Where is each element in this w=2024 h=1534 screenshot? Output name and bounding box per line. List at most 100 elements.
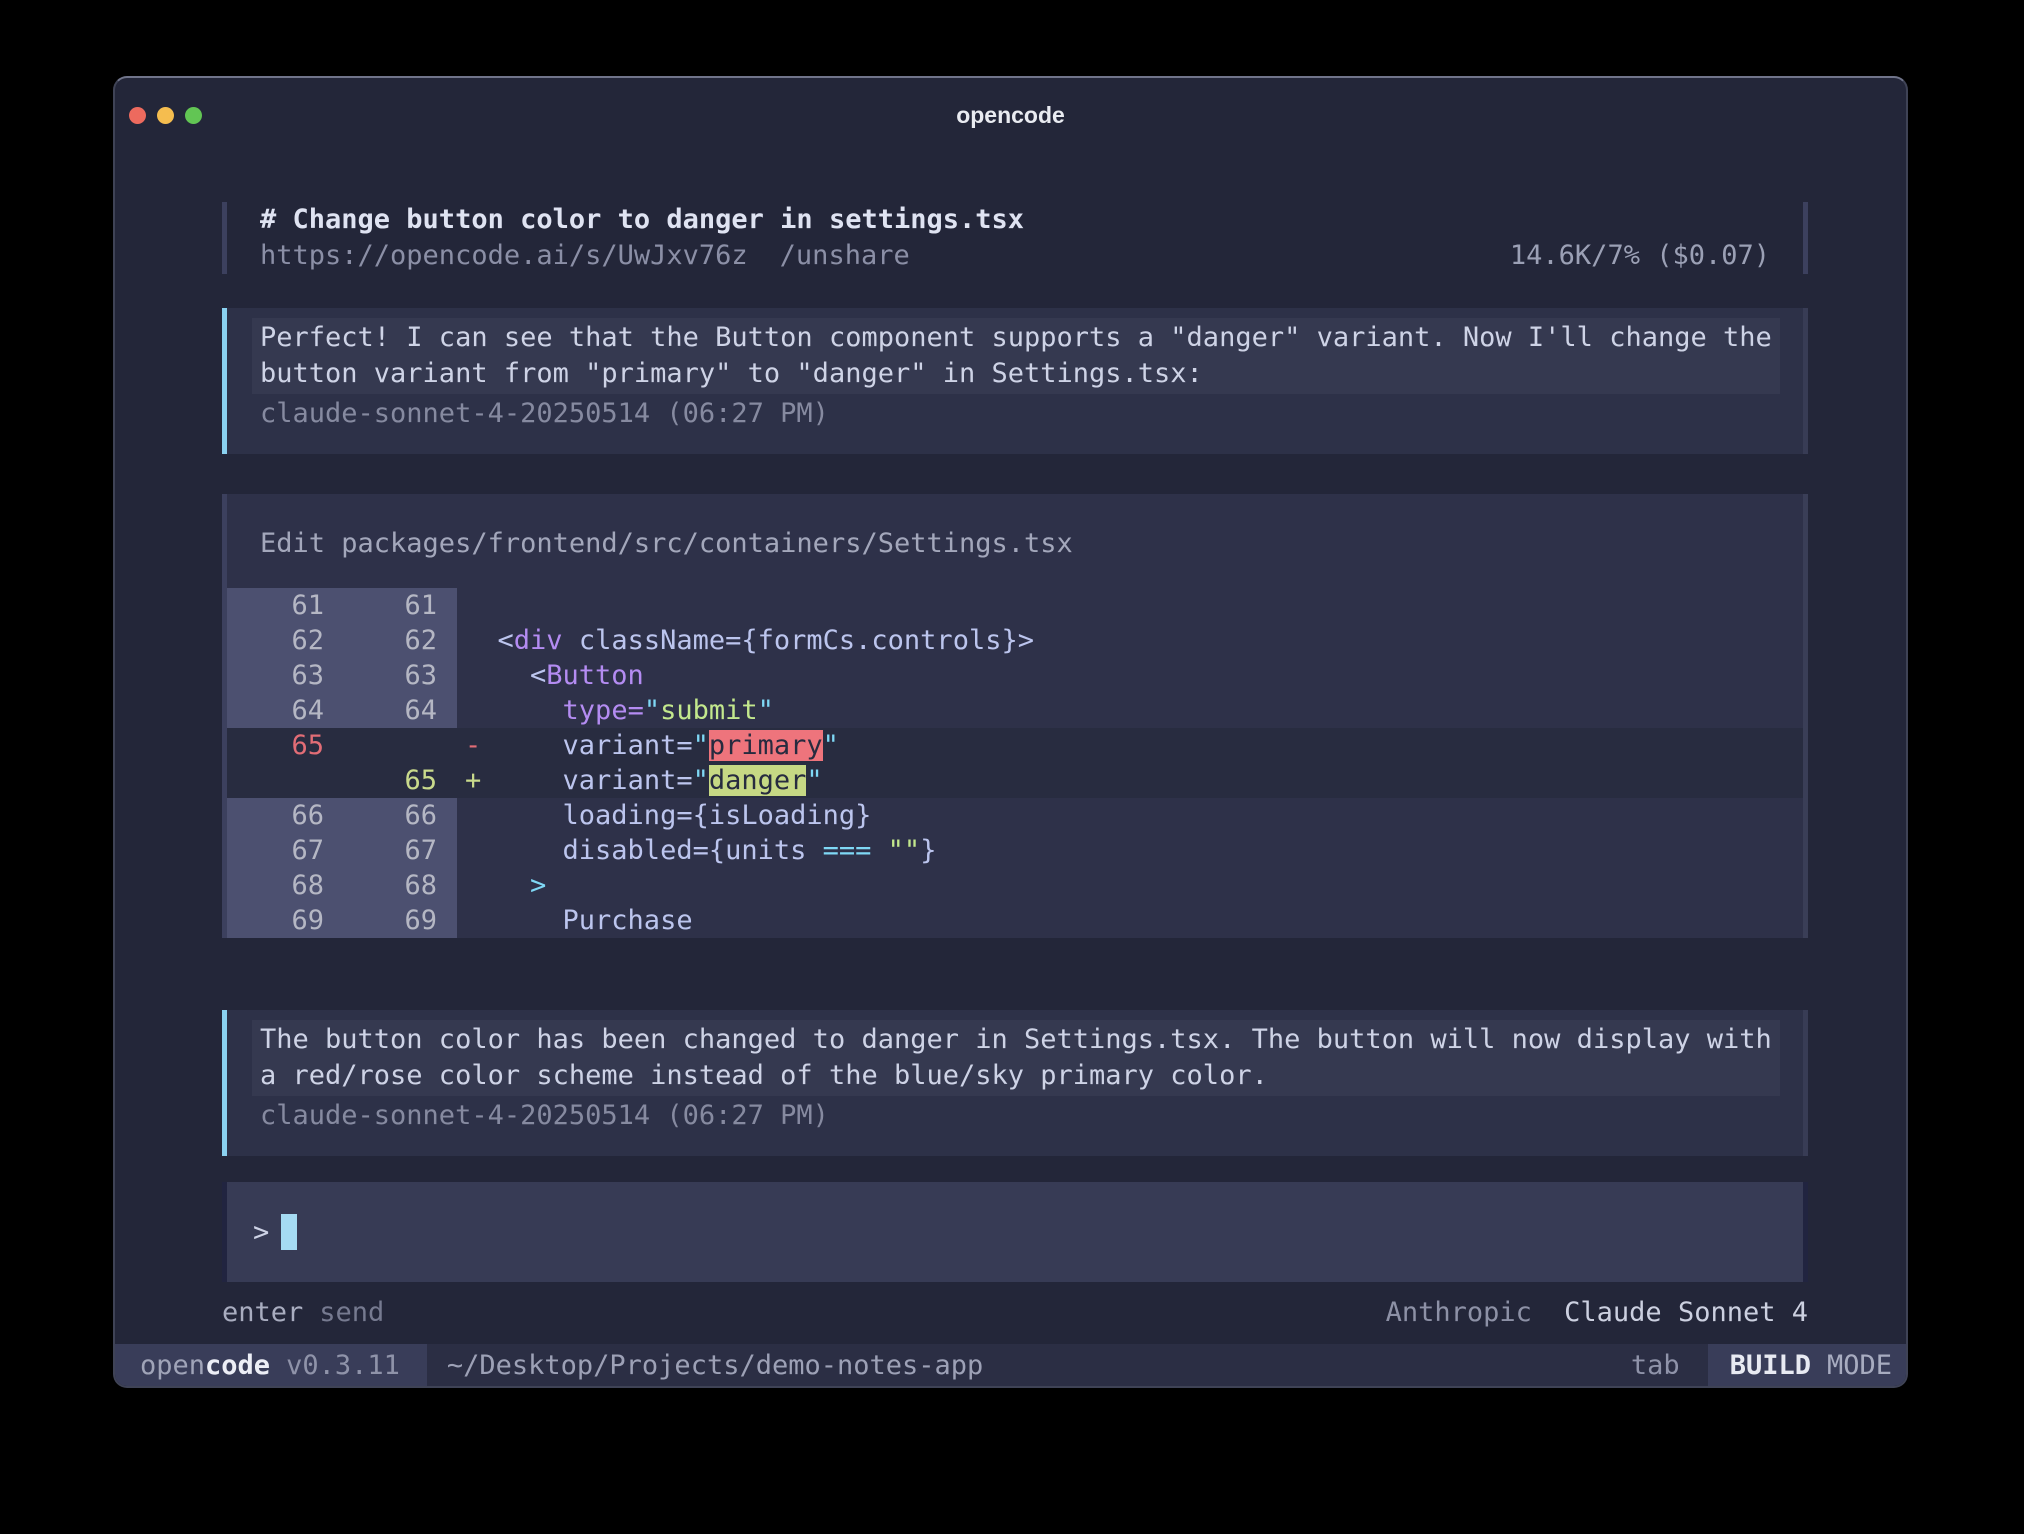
old-line-number: 63	[227, 658, 324, 693]
new-line-number: 67	[324, 833, 437, 868]
diff-gutter: 6464	[227, 693, 457, 728]
code-token: type=	[563, 695, 644, 726]
provider-name: Anthropic	[1386, 1297, 1532, 1328]
share-url[interactable]: https://opencode.ai/s/UwJxv76z	[260, 238, 748, 274]
opencode-terminal-window: opencode # Change button color to danger…	[113, 76, 1908, 1388]
model-indicator: Anthropic Claude Sonnet 4	[1386, 1298, 1808, 1328]
mode-name: BUILD	[1730, 1350, 1811, 1381]
code-token	[465, 695, 563, 726]
new-line-number: 62	[324, 623, 437, 658]
mode-chip[interactable]: BUILD MODE	[1708, 1344, 1906, 1386]
diff-line: 6666 loading={isLoading}	[227, 798, 1803, 833]
code-token: ===	[823, 835, 872, 866]
send-action-hint: send	[319, 1298, 384, 1328]
diff-line: 6262 <div className={formCs.controls}>	[227, 623, 1803, 658]
code-token: +	[465, 765, 481, 796]
diff-gutter: 6161	[227, 588, 457, 623]
enter-key-hint: enter	[222, 1298, 303, 1328]
code-token: variant=	[481, 765, 692, 796]
diff-line: 6363 <Button	[227, 658, 1803, 693]
new-line-number: 63	[324, 658, 437, 693]
assistant-message-meta: claude-sonnet-4-20250514 (06:27 PM)	[260, 396, 1789, 432]
code-token: div	[514, 625, 563, 656]
old-line-number: 66	[227, 798, 324, 833]
diff-gutter: 6767	[227, 833, 457, 868]
diff-gutter: 65	[227, 728, 457, 763]
code-token: primary	[709, 730, 823, 761]
code-token: disabled={units	[465, 835, 823, 866]
code-token: submit	[660, 695, 758, 726]
code-token: "	[693, 730, 709, 761]
hint-row: enter send Anthropic Claude Sonnet 4	[222, 1298, 1808, 1328]
new-line-number: 66	[324, 798, 437, 833]
assistant-message-text: The button color has been changed to dan…	[252, 1020, 1780, 1096]
new-line-number: 69	[324, 903, 437, 938]
model-name: Claude Sonnet 4	[1564, 1297, 1808, 1328]
old-line-number: 65	[227, 728, 324, 763]
unshare-command[interactable]: /unshare	[780, 238, 910, 274]
code-token: variant=	[481, 730, 692, 761]
diff-gutter: 65	[227, 763, 457, 798]
app-name-open: open	[140, 1350, 205, 1381]
diff-line: 6464 type="submit"	[227, 693, 1803, 728]
code-token: >	[530, 870, 546, 901]
code-token: <	[465, 660, 546, 691]
code-token: -	[465, 730, 481, 761]
code-token: Purchase	[465, 905, 693, 936]
diff-code-line: <Button	[457, 658, 1803, 693]
app-version-chip: open code v0.3.11	[115, 1344, 427, 1386]
new-line-number: 68	[324, 868, 437, 903]
diff-code-line: + variant="danger"	[457, 763, 1803, 798]
edit-tool-title: Edit packages/frontend/src/containers/Se…	[260, 526, 1803, 562]
session-title: # Change button color to danger in setti…	[260, 202, 1803, 238]
code-token: "	[758, 695, 774, 726]
code-token: loading={isLoading}	[465, 800, 871, 831]
window-title: opencode	[115, 102, 1906, 129]
new-line-number: 65	[324, 763, 437, 798]
share-header: # Change button color to danger in setti…	[222, 202, 1808, 274]
code-token: "	[823, 730, 839, 761]
diff-code-line: loading={isLoading}	[457, 798, 1803, 833]
diff-code-line: Purchase	[457, 903, 1803, 938]
working-directory: ~/Desktop/Projects/demo-notes-app	[447, 1350, 983, 1381]
assistant-message: The button color has been changed to dan…	[222, 1010, 1808, 1156]
code-token	[465, 870, 530, 901]
diff-view: 61616262 <div className={formCs.controls…	[227, 588, 1803, 938]
diff-code-line: type="submit"	[457, 693, 1803, 728]
diff-gutter: 6868	[227, 868, 457, 903]
diff-code-line: disabled={units === ""}	[457, 833, 1803, 868]
assistant-message-meta: claude-sonnet-4-20250514 (06:27 PM)	[260, 1098, 1789, 1134]
code-token: danger	[709, 765, 807, 796]
titlebar: opencode	[115, 78, 1906, 142]
code-token: Button	[546, 660, 644, 691]
old-line-number	[227, 763, 324, 798]
diff-gutter: 6262	[227, 623, 457, 658]
share-row: https://opencode.ai/s/UwJxv76z /unshare …	[260, 238, 1803, 274]
edit-tool-card: Edit packages/frontend/src/containers/Se…	[222, 494, 1808, 938]
diff-code-line: <div className={formCs.controls}>	[457, 623, 1803, 658]
prompt-input[interactable]: >	[222, 1182, 1808, 1282]
assistant-message: Perfect! I can see that the Button compo…	[222, 308, 1808, 454]
assistant-message-text: Perfect! I can see that the Button compo…	[252, 318, 1780, 394]
diff-line: 6161	[227, 588, 1803, 623]
old-line-number: 67	[227, 833, 324, 868]
code-token: "	[644, 695, 660, 726]
app-version: v0.3.11	[286, 1350, 400, 1381]
code-token: className={formCs.controls}>	[563, 625, 1034, 656]
prompt-symbol: >	[253, 1217, 269, 1248]
new-line-number: 61	[324, 588, 437, 623]
diff-line: 65- variant="primary"	[227, 728, 1803, 763]
diff-line: 6868 >	[227, 868, 1803, 903]
app-name-code: code	[205, 1350, 270, 1381]
code-token: }	[920, 835, 936, 866]
old-line-number: 61	[227, 588, 324, 623]
token-usage: 14.6K/7% ($0.07)	[1510, 238, 1770, 274]
code-token: ""	[888, 835, 921, 866]
tab-key-hint[interactable]: tab	[1631, 1350, 1680, 1381]
diff-code-line	[457, 588, 1803, 623]
diff-gutter: 6969	[227, 903, 457, 938]
old-line-number: 64	[227, 693, 324, 728]
mode-label: MODE	[1827, 1350, 1892, 1381]
diff-line: 6969 Purchase	[227, 903, 1803, 938]
session-content: # Change button color to danger in setti…	[222, 142, 1808, 1344]
